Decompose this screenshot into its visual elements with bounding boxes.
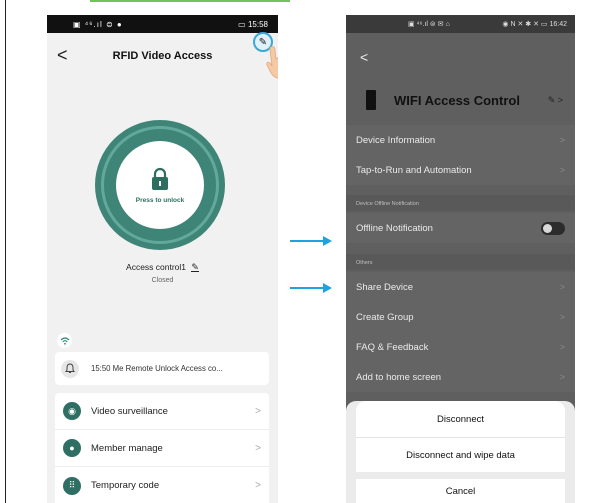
menu-item-label: Member manage — [91, 442, 163, 454]
row-offline-notification: Offline Notification — [346, 213, 575, 243]
rename-icon[interactable]: ✎ — [191, 263, 199, 272]
section-header-others: Others — [346, 254, 575, 270]
arrow-right-icon — [290, 281, 332, 295]
device-title: WIFI Access Control — [394, 92, 520, 108]
status-time: 15:58 — [247, 19, 268, 29]
status-bar: ▣ ⁴⁶.ıl ⊜ ● ▭ 15:58 — [47, 15, 278, 33]
disconnect-button[interactable]: Disconnect — [356, 401, 565, 437]
row-add-to-home-screen[interactable]: Add to home screen > — [346, 362, 575, 392]
cancel-button[interactable]: Cancel — [356, 479, 565, 503]
person-icon: ● — [63, 439, 81, 457]
back-button[interactable]: < — [57, 45, 68, 66]
access-name-text: Access control1 — [126, 262, 187, 272]
access-control-name: Access control1 ✎ — [47, 262, 278, 272]
battery-icon: ▭ — [238, 19, 246, 29]
unlock-inner: Press to unlock — [116, 141, 204, 229]
action-sheet: Disconnect Disconnect and wipe data Canc… — [346, 401, 575, 503]
menu-item-temporary-code[interactable]: ⠿ Temporary code > — [55, 467, 269, 503]
app-header: < RFID Video Access — [47, 33, 278, 79]
unlock-label: Press to unlock — [135, 196, 185, 204]
notification-text: 15:50 Me Remote Unlock Access co... — [91, 364, 223, 373]
status-time-group: ▭ 15:58 — [238, 20, 268, 29]
menu-item-video-surveillance[interactable]: ◉ Video surveillance > — [55, 393, 269, 430]
keypad-icon: ⠿ — [63, 476, 81, 495]
wifi-glyph — [60, 336, 69, 345]
frame-border — [5, 0, 6, 503]
row-label: Create Group — [356, 311, 414, 323]
row-share-device[interactable]: Share Device > — [346, 272, 575, 302]
chevron-right-icon: > — [255, 442, 261, 454]
arrow-shaft — [290, 287, 324, 289]
menu-item-member-manage[interactable]: ● Member manage > — [55, 430, 269, 467]
row-device-information[interactable]: Device Information > — [346, 125, 575, 155]
arrow-right-icon — [290, 234, 332, 248]
feature-menu: ◉ Video surveillance > ● Member manage >… — [55, 393, 269, 503]
status-icons: ▣ ⁴⁶.ıl ⊜ ● — [73, 19, 123, 29]
edit-device-button[interactable]: ✎ > — [548, 95, 563, 106]
device-header: WIFI Access Control ✎ > — [346, 83, 575, 117]
chevron-right-icon: > — [559, 165, 565, 175]
status-time: 16:42 — [549, 21, 567, 28]
arrow-head — [323, 283, 332, 293]
menu-item-label: Temporary code — [91, 480, 160, 491]
row-label: Add to home screen — [356, 371, 442, 383]
row-tap-to-run[interactable]: Tap-to-Run and Automation > — [346, 155, 575, 185]
right-phone-screen: ▣ ⁴⁶.ıl ⊜ ✉ ⌂ ◉ N ✕ ✱ ✕ ▭ 16:42 < WIFI A… — [346, 15, 575, 503]
unlock-button[interactable]: Press to unlock — [95, 120, 225, 250]
chevron-right-icon: > — [559, 282, 565, 292]
row-faq-feedback[interactable]: FAQ & Feedback > — [346, 332, 575, 362]
status-right-icons: ◉ N ✕ ✱ ✕ ▭ — [502, 21, 548, 28]
bell-glyph — [65, 363, 75, 373]
device-icon — [366, 90, 376, 110]
chevron-right-icon: > — [559, 342, 565, 352]
row-label: Share Device — [356, 281, 414, 293]
unlock-ring: Press to unlock — [101, 126, 219, 244]
notification-card[interactable]: 15:50 Me Remote Unlock Access co... — [55, 352, 269, 385]
row-label: Tap-to-Run and Automation — [356, 164, 472, 176]
arrow-head — [323, 236, 332, 246]
bell-icon — [61, 359, 79, 378]
chevron-right-icon: > — [255, 405, 261, 417]
section-header-offline: Device Offline Notification — [346, 195, 575, 211]
status-icons: ▣ ⁴⁶.ıl ⊜ ✉ ⌂ — [408, 21, 450, 28]
left-phone-screen: ▣ ⁴⁶.ıl ⊜ ● ▭ 15:58 < RFID Video Access … — [47, 15, 278, 503]
page-title: RFID Video Access — [112, 50, 213, 62]
row-label: Device Information — [356, 134, 436, 146]
toggle-knob — [543, 223, 552, 233]
back-button[interactable]: < — [360, 49, 368, 65]
row-label: Offline Notification — [356, 222, 433, 234]
top-accent-line — [90, 0, 290, 2]
tutorial-canvas: ▣ ⁴⁶.ıl ⊜ ● ▭ 15:58 < RFID Video Access … — [0, 0, 606, 503]
row-label: FAQ & Feedback — [356, 341, 429, 353]
chevron-right-icon: > — [559, 312, 565, 322]
status-bar: ▣ ⁴⁶.ıl ⊜ ✉ ⌂ ◉ N ✕ ✱ ✕ ▭ 16:42 — [346, 15, 575, 33]
chevron-right-icon: > — [255, 480, 261, 491]
camera-icon: ◉ — [63, 402, 81, 420]
menu-item-label: Video surveillance — [91, 405, 168, 417]
offline-notification-toggle[interactable] — [541, 221, 565, 235]
chevron-right-icon: > — [559, 135, 565, 145]
door-status: Closed — [151, 277, 174, 284]
disconnect-wipe-button[interactable]: Disconnect and wipe data — [356, 438, 565, 472]
lock-icon — [152, 167, 168, 190]
chevron-right-icon: > — [559, 372, 565, 382]
row-create-group[interactable]: Create Group > — [346, 302, 575, 332]
wifi-icon — [57, 333, 72, 348]
status-time-group: ◉ N ✕ ✱ ✕ ▭ 16:42 — [502, 20, 567, 28]
arrow-shaft — [290, 240, 324, 242]
pointing-hand-icon — [266, 46, 278, 79]
